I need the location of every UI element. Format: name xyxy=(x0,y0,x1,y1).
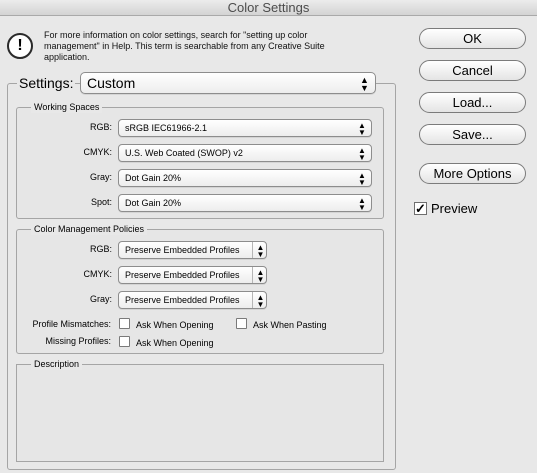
ws-spot-value: Dot Gain 20% xyxy=(125,198,182,208)
policies-title: Color Management Policies xyxy=(31,224,148,235)
policy-gray-popup[interactable]: Preserve Embedded Profiles ▲ ▼ xyxy=(118,291,267,309)
alert-icon: ! xyxy=(7,33,33,59)
ws-gray-value: Dot Gain 20% xyxy=(125,173,182,183)
settings-label: Settings: xyxy=(17,75,76,91)
working-spaces-title: Working Spaces xyxy=(31,102,103,113)
policy-rgb-label: RGB: xyxy=(89,244,112,254)
popup-arrows-icon: ▲ ▼ xyxy=(358,196,366,212)
ws-cmyk-label: CMYK: xyxy=(83,147,112,157)
popup-arrows-icon: ▲ ▼ xyxy=(252,267,266,284)
policy-cmyk-popup[interactable]: Preserve Embedded Profiles ▲ ▼ xyxy=(118,266,267,284)
cancel-button[interactable]: Cancel xyxy=(419,60,526,81)
ws-rgb-label: RGB: xyxy=(89,122,112,132)
policy-gray-label: Gray: xyxy=(89,294,112,304)
policy-cmyk-value: Preserve Embedded Profiles xyxy=(125,270,240,280)
policy-gray-value: Preserve Embedded Profiles xyxy=(125,295,240,305)
ask-when-opening-label: Ask When Opening xyxy=(136,320,214,330)
ws-spot-label: Spot: xyxy=(90,197,112,207)
missing-ask-when-opening-checkbox[interactable] xyxy=(119,336,130,347)
popup-arrows-icon: ▲ ▼ xyxy=(358,171,366,187)
settings-popup[interactable]: Custom ▲ ▼ xyxy=(80,72,376,94)
popup-arrows-icon: ▲ ▼ xyxy=(358,121,366,137)
ok-button[interactable]: OK xyxy=(419,28,526,49)
window-title: Color Settings xyxy=(227,0,310,15)
preview-label: Preview xyxy=(431,201,478,216)
missing-ask-when-opening-label: Ask When Opening xyxy=(136,338,214,348)
info-text: For more information on color settings, … xyxy=(44,30,325,62)
save-button[interactable]: Save... xyxy=(419,124,526,145)
profile-mismatches-label: Profile Mismatches: xyxy=(32,319,111,329)
popup-arrows-icon: ▲ ▼ xyxy=(252,242,266,259)
description-title: Description xyxy=(31,359,83,370)
ask-when-pasting-label: Ask When Pasting xyxy=(253,320,327,330)
popup-arrows-icon: ▲ ▼ xyxy=(360,75,369,93)
load-button[interactable]: Load... xyxy=(419,92,526,113)
ask-when-opening-checkbox[interactable] xyxy=(119,318,130,329)
ws-rgb-value: sRGB IEC61966-2.1 xyxy=(125,123,208,133)
ws-spot-popup[interactable]: Dot Gain 20% ▲ ▼ xyxy=(118,194,372,212)
popup-arrows-icon: ▲ ▼ xyxy=(252,292,266,309)
policy-rgb-popup[interactable]: Preserve Embedded Profiles ▲ ▼ xyxy=(118,241,267,259)
preview-checkbox[interactable]: ✓ xyxy=(414,202,427,215)
ws-cmyk-value: U.S. Web Coated (SWOP) v2 xyxy=(125,148,243,158)
description-area xyxy=(16,364,384,462)
ws-gray-label: Gray: xyxy=(89,172,112,182)
ws-gray-popup[interactable]: Dot Gain 20% ▲ ▼ xyxy=(118,169,372,187)
missing-profiles-label: Missing Profiles: xyxy=(45,336,111,346)
policy-rgb-value: Preserve Embedded Profiles xyxy=(125,245,240,255)
settings-value: Custom xyxy=(87,75,136,91)
ws-cmyk-popup[interactable]: U.S. Web Coated (SWOP) v2 ▲ ▼ xyxy=(118,144,372,162)
ask-when-pasting-checkbox[interactable] xyxy=(236,318,247,329)
title-bar: Color Settings xyxy=(0,0,537,16)
popup-arrows-icon: ▲ ▼ xyxy=(358,146,366,162)
policy-cmyk-label: CMYK: xyxy=(83,269,112,279)
more-options-button[interactable]: More Options xyxy=(419,163,526,184)
checkmark-icon: ✓ xyxy=(415,201,426,216)
ws-rgb-popup[interactable]: sRGB IEC61966-2.1 ▲ ▼ xyxy=(118,119,372,137)
